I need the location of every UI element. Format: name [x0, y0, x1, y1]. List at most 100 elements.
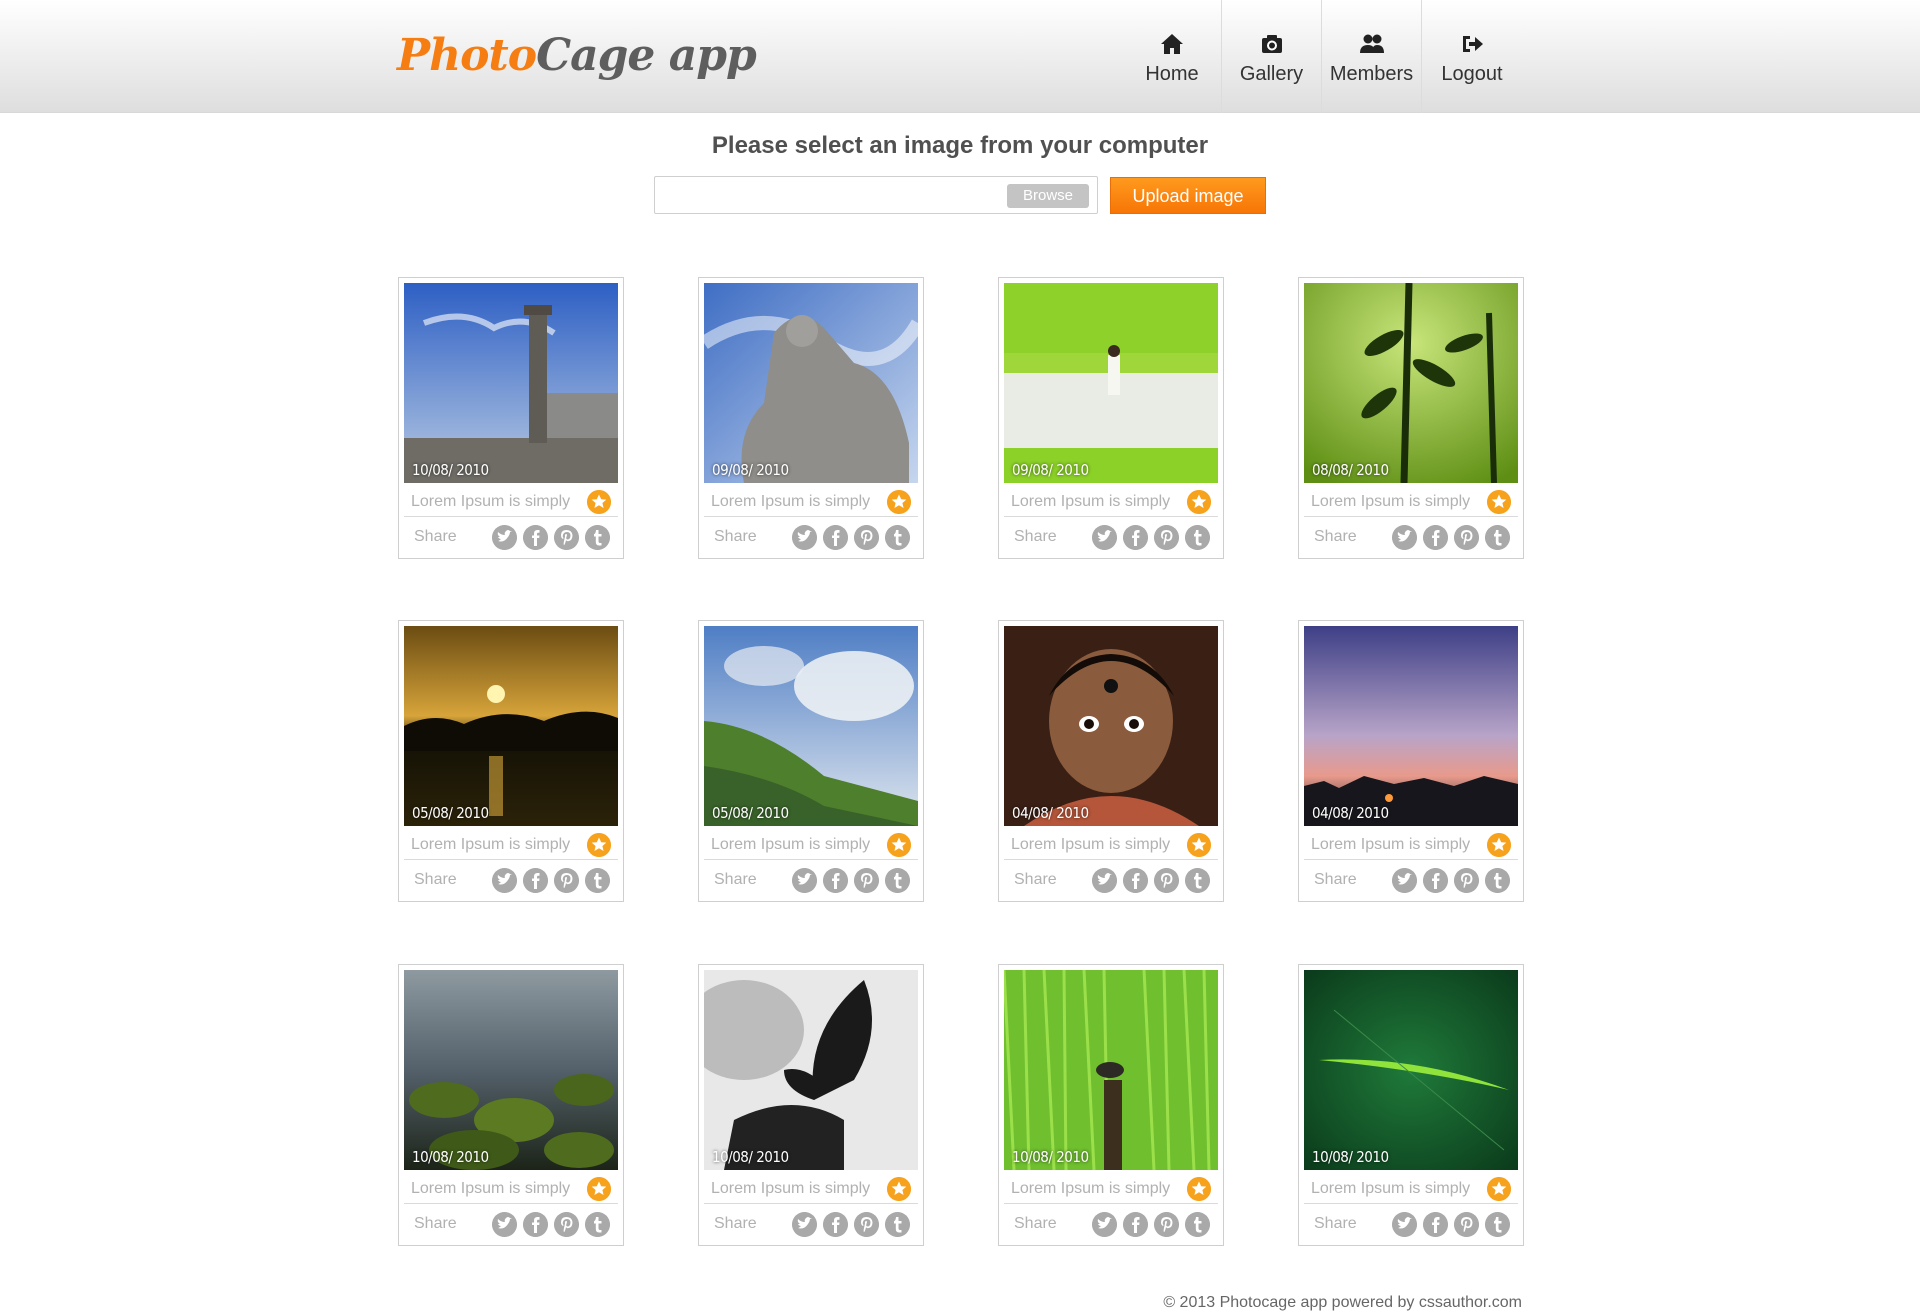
share-row: Share — [404, 520, 618, 554]
share-row: Share — [704, 1207, 918, 1241]
twitter-icon[interactable] — [1092, 868, 1117, 893]
main-nav: Home Gallery Members Logout — [1122, 0, 1522, 113]
nav-home[interactable]: Home — [1122, 0, 1222, 113]
gallery-photo[interactable]: 10/08/ 2010 — [404, 283, 618, 483]
gallery-photo[interactable]: 08/08/ 2010 — [1304, 283, 1518, 483]
twitter-icon[interactable] — [492, 1212, 517, 1237]
gallery-photo[interactable]: 05/08/ 2010 — [404, 626, 618, 826]
app-logo[interactable]: PhotoCage app — [397, 26, 757, 86]
star-icon[interactable] — [1487, 833, 1511, 857]
pinterest-icon[interactable] — [1454, 525, 1479, 550]
pinterest-icon[interactable] — [1454, 1212, 1479, 1237]
share-label: Share — [714, 871, 757, 888]
twitter-icon[interactable] — [492, 525, 517, 550]
pinterest-icon[interactable] — [1454, 868, 1479, 893]
pinterest-icon[interactable] — [854, 525, 879, 550]
gallery-card[interactable]: 10/08/ 2010 Lorem Ipsum is simply Share — [1298, 964, 1524, 1246]
star-icon[interactable] — [887, 1177, 911, 1201]
twitter-icon[interactable] — [492, 868, 517, 893]
tumblr-icon[interactable] — [1485, 1212, 1510, 1237]
gallery-card[interactable]: 08/08/ 2010 Lorem Ipsum is simply Share — [1298, 277, 1524, 559]
file-input[interactable]: Browse — [654, 176, 1098, 214]
share-icons — [1092, 525, 1210, 550]
pinterest-icon[interactable] — [854, 868, 879, 893]
nav-members[interactable]: Members — [1322, 0, 1422, 113]
facebook-icon[interactable] — [823, 525, 848, 550]
pinterest-icon[interactable] — [554, 1212, 579, 1237]
star-icon[interactable] — [1187, 1177, 1211, 1201]
twitter-icon[interactable] — [792, 525, 817, 550]
pinterest-icon[interactable] — [554, 525, 579, 550]
gallery-photo[interactable]: 09/08/ 2010 — [704, 283, 918, 483]
star-icon[interactable] — [587, 490, 611, 514]
gallery-photo[interactable]: 04/08/ 2010 — [1304, 626, 1518, 826]
tumblr-icon[interactable] — [885, 868, 910, 893]
tumblr-icon[interactable] — [1185, 525, 1210, 550]
star-icon[interactable] — [587, 833, 611, 857]
twitter-icon[interactable] — [792, 868, 817, 893]
facebook-icon[interactable] — [1423, 525, 1448, 550]
gallery-photo[interactable]: 04/08/ 2010 — [1004, 626, 1218, 826]
facebook-icon[interactable] — [823, 1212, 848, 1237]
star-icon[interactable] — [1187, 490, 1211, 514]
pinterest-icon[interactable] — [554, 868, 579, 893]
star-icon[interactable] — [587, 1177, 611, 1201]
gallery-photo[interactable]: 10/08/ 2010 — [704, 970, 918, 1170]
gallery-photo[interactable]: 05/08/ 2010 — [704, 626, 918, 826]
tumblr-icon[interactable] — [585, 1212, 610, 1237]
star-icon[interactable] — [1487, 1177, 1511, 1201]
star-icon[interactable] — [887, 490, 911, 514]
upload-image-button[interactable]: Upload image — [1110, 177, 1266, 214]
pinterest-icon[interactable] — [1154, 525, 1179, 550]
nav-logout[interactable]: Logout — [1422, 0, 1522, 113]
gallery-card[interactable]: 10/08/ 2010 Lorem Ipsum is simply Share — [998, 964, 1224, 1246]
facebook-icon[interactable] — [523, 868, 548, 893]
tumblr-icon[interactable] — [585, 868, 610, 893]
share-label: Share — [714, 528, 757, 545]
facebook-icon[interactable] — [1423, 868, 1448, 893]
twitter-icon[interactable] — [1392, 1212, 1417, 1237]
facebook-icon[interactable] — [823, 868, 848, 893]
facebook-icon[interactable] — [1123, 868, 1148, 893]
gallery-card[interactable]: 05/08/ 2010 Lorem Ipsum is simply Share — [398, 620, 624, 902]
twitter-icon[interactable] — [1392, 525, 1417, 550]
gallery-photo[interactable]: 10/08/ 2010 — [404, 970, 618, 1170]
share-icons — [792, 868, 910, 893]
star-icon[interactable] — [1187, 833, 1211, 857]
nav-gallery[interactable]: Gallery — [1222, 0, 1322, 113]
pinterest-icon[interactable] — [1154, 868, 1179, 893]
gallery-photo[interactable]: 10/08/ 2010 — [1304, 970, 1518, 1170]
twitter-icon[interactable] — [1092, 1212, 1117, 1237]
gallery-card[interactable]: 04/08/ 2010 Lorem Ipsum is simply Share — [1298, 620, 1524, 902]
gallery-photo[interactable]: 09/08/ 2010 — [1004, 283, 1218, 483]
twitter-icon[interactable] — [1092, 525, 1117, 550]
tumblr-icon[interactable] — [1185, 1212, 1210, 1237]
nav-home-label: Home — [1145, 63, 1199, 85]
gallery-card[interactable]: 05/08/ 2010 Lorem Ipsum is simply Share — [698, 620, 924, 902]
facebook-icon[interactable] — [1423, 1212, 1448, 1237]
facebook-icon[interactable] — [523, 525, 548, 550]
gallery-card[interactable]: 09/08/ 2010 Lorem Ipsum is simply Share — [698, 277, 924, 559]
tumblr-icon[interactable] — [885, 525, 910, 550]
tumblr-icon[interactable] — [1485, 525, 1510, 550]
pinterest-icon[interactable] — [1154, 1212, 1179, 1237]
facebook-icon[interactable] — [1123, 1212, 1148, 1237]
gallery-photo[interactable]: 10/08/ 2010 — [1004, 970, 1218, 1170]
star-icon[interactable] — [1487, 490, 1511, 514]
gallery-card[interactable]: 09/08/ 2010 Lorem Ipsum is simply Share — [998, 277, 1224, 559]
star-icon[interactable] — [887, 833, 911, 857]
browse-button[interactable]: Browse — [1007, 184, 1089, 208]
gallery-card[interactable]: 04/08/ 2010 Lorem Ipsum is simply Share — [998, 620, 1224, 902]
twitter-icon[interactable] — [792, 1212, 817, 1237]
gallery-card[interactable]: 10/08/ 2010 Lorem Ipsum is simply Share — [398, 964, 624, 1246]
gallery-card[interactable]: 10/08/ 2010 Lorem Ipsum is simply Share — [698, 964, 924, 1246]
tumblr-icon[interactable] — [1185, 868, 1210, 893]
twitter-icon[interactable] — [1392, 868, 1417, 893]
gallery-card[interactable]: 10/08/ 2010 Lorem Ipsum is simply Share — [398, 277, 624, 559]
facebook-icon[interactable] — [1123, 525, 1148, 550]
pinterest-icon[interactable] — [854, 1212, 879, 1237]
facebook-icon[interactable] — [523, 1212, 548, 1237]
tumblr-icon[interactable] — [1485, 868, 1510, 893]
tumblr-icon[interactable] — [885, 1212, 910, 1237]
tumblr-icon[interactable] — [585, 525, 610, 550]
